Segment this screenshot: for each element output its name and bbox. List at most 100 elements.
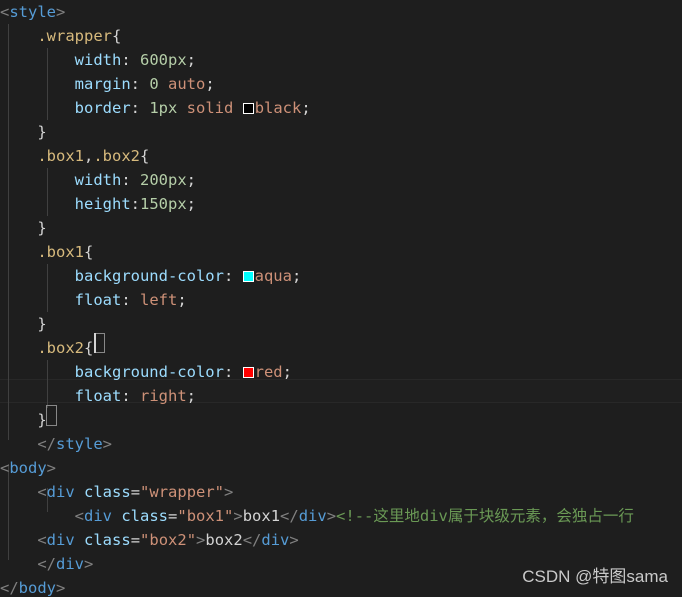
code-line-6[interactable]: }	[0, 120, 47, 144]
tag-open-bracket: <	[37, 483, 47, 501]
close-brace: }	[37, 315, 47, 333]
css-number-value: 200px	[140, 171, 187, 189]
color-swatch-red[interactable]	[242, 367, 254, 378]
code-line-5[interactable]: border: 1px solid black;	[0, 96, 311, 120]
tag-open-bracket: </	[0, 579, 19, 597]
code-line-22[interactable]: <div class="box1">box1</div><!--这里地div属于…	[0, 504, 634, 528]
css-selector-1: .box1	[37, 147, 84, 165]
open-brace: {	[84, 243, 94, 261]
open-brace: {	[84, 339, 94, 357]
tag-name: div	[84, 507, 112, 525]
code-line-9[interactable]: height:150px;	[0, 192, 196, 216]
code-line-20[interactable]: <body>	[0, 456, 56, 480]
code-line-19[interactable]: </style>	[0, 432, 112, 456]
semicolon: ;	[186, 195, 197, 213]
tag-name: style	[56, 435, 103, 453]
tag-close-bracket: >	[46, 459, 57, 477]
semicolon: ;	[186, 51, 197, 69]
css-number-value: 1px	[149, 99, 178, 117]
css-keyword-solid: solid	[186, 99, 234, 117]
tag-name: div	[56, 555, 84, 573]
code-line-23[interactable]: <div class="box2">box2</div>	[0, 528, 299, 552]
html-comment: <!--这里地div属于块级元素，会独占一行	[336, 507, 634, 525]
code-line-14[interactable]: }	[0, 312, 47, 336]
code-line-3[interactable]: width: 600px;	[0, 48, 196, 72]
code-line-24[interactable]: </div>	[0, 552, 93, 576]
css-selector-2: .box2	[93, 147, 141, 165]
attribute-value: "box2"	[140, 531, 197, 549]
code-line-8[interactable]: width: 200px;	[0, 168, 196, 192]
tag-name: div	[46, 531, 75, 549]
close-brace: }	[37, 123, 47, 141]
code-editor[interactable]: <style> .wrapper{ width: 600px; margin: …	[0, 0, 682, 597]
equals-sign: =	[168, 507, 178, 525]
semicolon: ;	[186, 171, 197, 189]
css-property: margin	[74, 75, 131, 93]
open-brace: {	[111, 27, 122, 45]
css-number-value: 150px	[140, 195, 187, 213]
tag-close-bracket: >	[233, 507, 243, 525]
end-tag-close-bracket: >	[289, 531, 299, 549]
code-line-16[interactable]: background-color: red;	[0, 360, 292, 384]
end-tag-name: div	[298, 507, 327, 525]
css-number-value: 600px	[140, 51, 187, 69]
end-tag-name: div	[261, 531, 290, 549]
code-line-13[interactable]: float: left;	[0, 288, 187, 312]
tag-open-bracket: <	[74, 507, 84, 525]
css-selector: .box2	[37, 339, 84, 357]
code-line-12[interactable]: background-color: aqua;	[0, 264, 302, 288]
code-line-21[interactable]: <div class="wrapper">	[0, 480, 233, 504]
code-line-10[interactable]: }	[0, 216, 46, 240]
code-line-11[interactable]: .box1{	[0, 240, 93, 264]
tag-close-bracket: >	[84, 555, 94, 573]
element-text-content: box2	[205, 531, 243, 549]
code-line-4[interactable]: margin: 0 auto;	[0, 72, 215, 96]
css-property: float	[74, 291, 122, 309]
code-line-17[interactable]: float: right;	[0, 384, 196, 408]
css-property: background-color	[74, 363, 224, 381]
bracket-match-open	[94, 333, 105, 353]
end-tag-open-bracket: </	[280, 507, 299, 525]
attribute-name: class	[84, 483, 131, 501]
css-selector: .box1	[37, 243, 84, 261]
end-tag-open-bracket: </	[242, 531, 262, 549]
css-selector: .wrapper	[37, 27, 112, 45]
colon: :	[121, 387, 140, 405]
code-line-7[interactable]: .box1,.box2{	[0, 144, 149, 168]
code-line-25[interactable]: </body>	[0, 576, 65, 597]
css-property: width	[74, 171, 122, 189]
code-line-15[interactable]: .box2{	[0, 336, 93, 360]
tag-open-bracket: </	[37, 555, 56, 573]
semicolon: ;	[205, 75, 215, 93]
code-line-1[interactable]: <style>	[0, 0, 65, 24]
element-text-content: box1	[242, 507, 281, 525]
color-swatch-black[interactable]	[242, 103, 254, 114]
tag-name: style	[9, 3, 57, 21]
code-line-2[interactable]: .wrapper{	[0, 24, 121, 48]
colon: :	[130, 99, 150, 117]
colon: :	[121, 171, 140, 189]
color-swatch-aqua[interactable]	[242, 271, 254, 282]
css-keyword-value: auto	[168, 75, 206, 93]
end-tag-close-bracket: >	[326, 507, 337, 525]
tag-open-bracket: </	[37, 435, 56, 453]
code-line-18[interactable]: }	[0, 408, 46, 432]
